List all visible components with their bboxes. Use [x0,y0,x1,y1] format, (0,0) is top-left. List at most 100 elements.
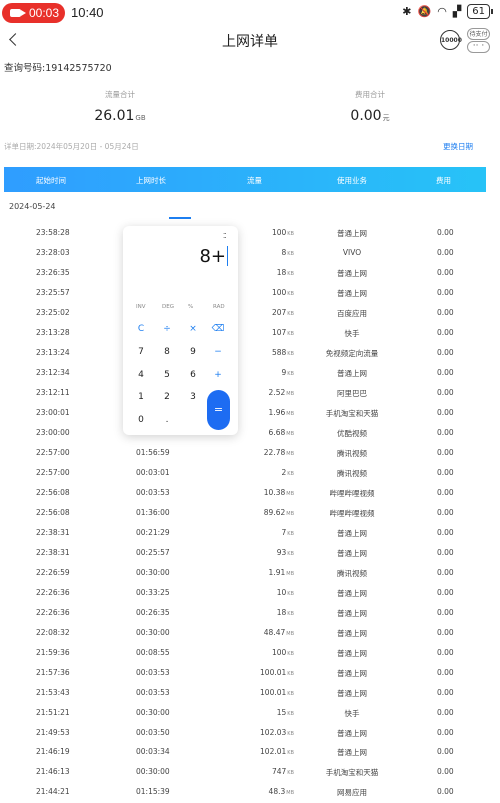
row-start-time: 21:46:13 [36,767,70,777]
row-flow-unit: KB [287,750,294,757]
page-title: 上网详单 [222,34,278,50]
row-flow-unit: MB [286,430,294,437]
row-service: 普通上网 [337,648,367,658]
table-row[interactable]: 22:26:36 00:26:35 18KB 普通上网 0.00 [0,604,500,624]
table-row[interactable]: 23:58:28 100KB 普通上网 0.00 [0,224,500,244]
drag-handle-icon[interactable]: ⁚⁚ [223,232,227,240]
table-row[interactable]: 23:25:57 100KB 普通上网 0.00 [0,284,500,304]
row-flow-unit: KB [287,690,294,697]
row-duration: 00:30:00 [136,627,170,637]
row-fee: 0.00 [437,607,454,617]
row-service: 腾讯视频 [337,448,367,458]
table-row[interactable]: 23:25:02 207KB 百度应用 0.00 [0,304,500,324]
table-row[interactable]: 21:59:36 00:08:55 100KB 普通上网 0.00 [0,644,500,664]
table-row[interactable]: 23:13:24 588KB 免视频定向流量 0.00 [0,344,500,364]
calc-key-clear[interactable]: C [131,324,151,340]
calc-key-divide[interactable]: ÷ [157,324,177,340]
table-row[interactable]: 22:38:31 00:21:29 7KB 普通上网 0.00 [0,524,500,544]
screen-record-indicator[interactable]: 00:03 [2,3,65,23]
table-row[interactable]: 23:00:01 1.96MB 手机淘宝和天猫 0.00 [0,404,500,424]
table-row[interactable]: 22:08:32 00:30:00 48.47MB 普通上网 0.00 [0,624,500,644]
row-service: 普通上网 [337,628,367,638]
service-hotline-icon[interactable]: 10000 [440,30,462,50]
row-service: 手机淘宝和天猫 [325,408,379,418]
row-service: VIVO [342,247,362,257]
table-row[interactable]: 23:28:03 8KB VIVO 0.00 [0,244,500,264]
table-row[interactable]: 23:12:34 9KB 普通上网 0.00 [0,364,500,384]
calc-sci-inv[interactable]: INV [136,304,146,310]
calc-sci-rad[interactable]: RAD [213,304,225,310]
calc-key-two[interactable]: 2 [157,392,177,408]
table-row[interactable]: 21:46:13 00:30:00 747KB 手机淘宝和天猫 0.00 [0,763,500,783]
calc-equals-button[interactable]: = [207,390,230,430]
table-row[interactable]: 21:53:43 00:03:53 100.01KB 普通上网 0.00 [0,684,500,704]
row-flow-value: 100 [271,287,287,297]
row-flow-value: 588 [271,347,287,357]
row-start-time: 21:51:21 [36,707,70,717]
change-date-link[interactable]: 更换日期 [443,141,473,152]
table-row[interactable]: 23:12:11 2.52MB 阿里巴巴 0.00 [0,384,500,404]
fee-total-label: 费用合计 [355,90,385,99]
row-duration: 00:26:35 [136,607,170,617]
table-row[interactable]: 23:26:35 18KB 普通上网 0.00 [0,264,500,284]
calc-key-plus[interactable]: + [208,370,228,386]
flow-total-number: 26.01 [94,108,135,124]
table-row[interactable]: 22:26:36 00:33:25 10KB 普通上网 0.00 [0,584,500,604]
calc-key-seven[interactable]: 7 [131,347,151,363]
calc-key-four[interactable]: 4 [131,370,151,386]
row-flow-unit: MB [286,790,294,797]
row-service: 普通上网 [337,668,367,678]
row-service: 普通上网 [337,608,367,618]
row-duration: 00:08:55 [136,647,170,657]
calc-sci-deg[interactable]: DEG [162,304,174,310]
flow-total-unit: GB [135,114,146,122]
calc-sci-percent[interactable]: % [188,304,193,310]
table-row[interactable]: 21:57:36 00:03:53 100.01KB 普通上网 0.00 [0,664,500,684]
table-row[interactable]: 22:56:08 00:03:53 10.38MB 哔哩哔哩视频 0.00 [0,484,500,504]
row-start-time: 23:13:24 [36,347,70,357]
row-service: 普通上网 [337,288,367,298]
table-row[interactable]: 21:51:21 00:30:00 15KB 快手 0.00 [0,704,500,724]
row-start-time: 23:13:28 [36,327,70,337]
row-start-time: 21:44:21 [36,787,70,797]
table-row[interactable]: 21:44:21 01:15:39 48.3MB 网易应用 0.00 [0,783,500,803]
table-row[interactable]: 21:46:19 00:03:34 102.01KB 普通上网 0.00 [0,743,500,763]
row-start-time: 23:26:35 [36,267,70,277]
row-start-time: 22:56:08 [36,487,70,497]
calc-key-six[interactable]: 6 [183,370,203,386]
pending-badge[interactable]: 待支付 [467,28,490,40]
calc-key-three[interactable]: 3 [183,392,203,408]
more-icon[interactable]: ·· · [467,41,490,53]
calc-key-nine[interactable]: 9 [183,347,203,363]
fee-total-unit: 元 [382,114,390,122]
calc-key-eight[interactable]: 8 [157,347,177,363]
table-row[interactable]: 22:26:59 00:30:00 1.91MB 腾讯视频 0.00 [0,564,500,584]
row-duration: 00:21:29 [136,527,170,537]
row-service: 腾讯视频 [337,568,367,578]
calc-key-one[interactable]: 1 [131,392,151,408]
calc-key-zero[interactable]: 0 [131,415,151,431]
col-duration: 上网时长 [136,176,166,185]
calculator-display: 8+ [199,246,226,267]
table-row[interactable]: 21:49:53 00:03:50 102.03KB 普通上网 0.00 [0,724,500,744]
calc-key-minus[interactable]: − [208,347,228,363]
row-flow-value: 100.01 [260,667,287,677]
table-header: 起始时间 上网时长 流量 使用业务 费用 [4,167,486,192]
status-clock: 10:40 [71,5,104,20]
floating-calculator[interactable]: ⁚⁚ 8+ INV DEG % RAD C÷×⌫789−456+123%0. = [123,226,238,435]
table-row[interactable]: 23:00:00 6.68MB 优酷视频 0.00 [0,424,500,444]
table-row[interactable]: 22:57:00 01:56:59 22.78MB 腾讯视频 0.00 [0,444,500,464]
table-row[interactable]: 23:13:28 107KB 快手 0.00 [0,324,500,344]
calc-key-dot[interactable]: . [157,415,177,431]
battery-icon: 61 [467,4,493,19]
table-row[interactable]: 22:56:08 01:36:00 89.62MB 哔哩哔哩视频 0.00 [0,504,500,524]
row-flow-unit: KB [287,590,294,597]
row-flow-value: 93 [276,547,287,557]
calc-key-backspace[interactable]: ⌫ [208,324,228,340]
table-row[interactable]: 22:57:00 00:03:01 2KB 腾讯视频 0.00 [0,464,500,484]
calc-key-five[interactable]: 5 [157,370,177,386]
row-flow: 1.91MB [208,568,294,577]
row-service: 哔哩哔哩视频 [329,488,375,498]
calc-key-multiply[interactable]: × [183,324,203,340]
table-row[interactable]: 22:38:31 00:25:57 93KB 普通上网 0.00 [0,544,500,564]
